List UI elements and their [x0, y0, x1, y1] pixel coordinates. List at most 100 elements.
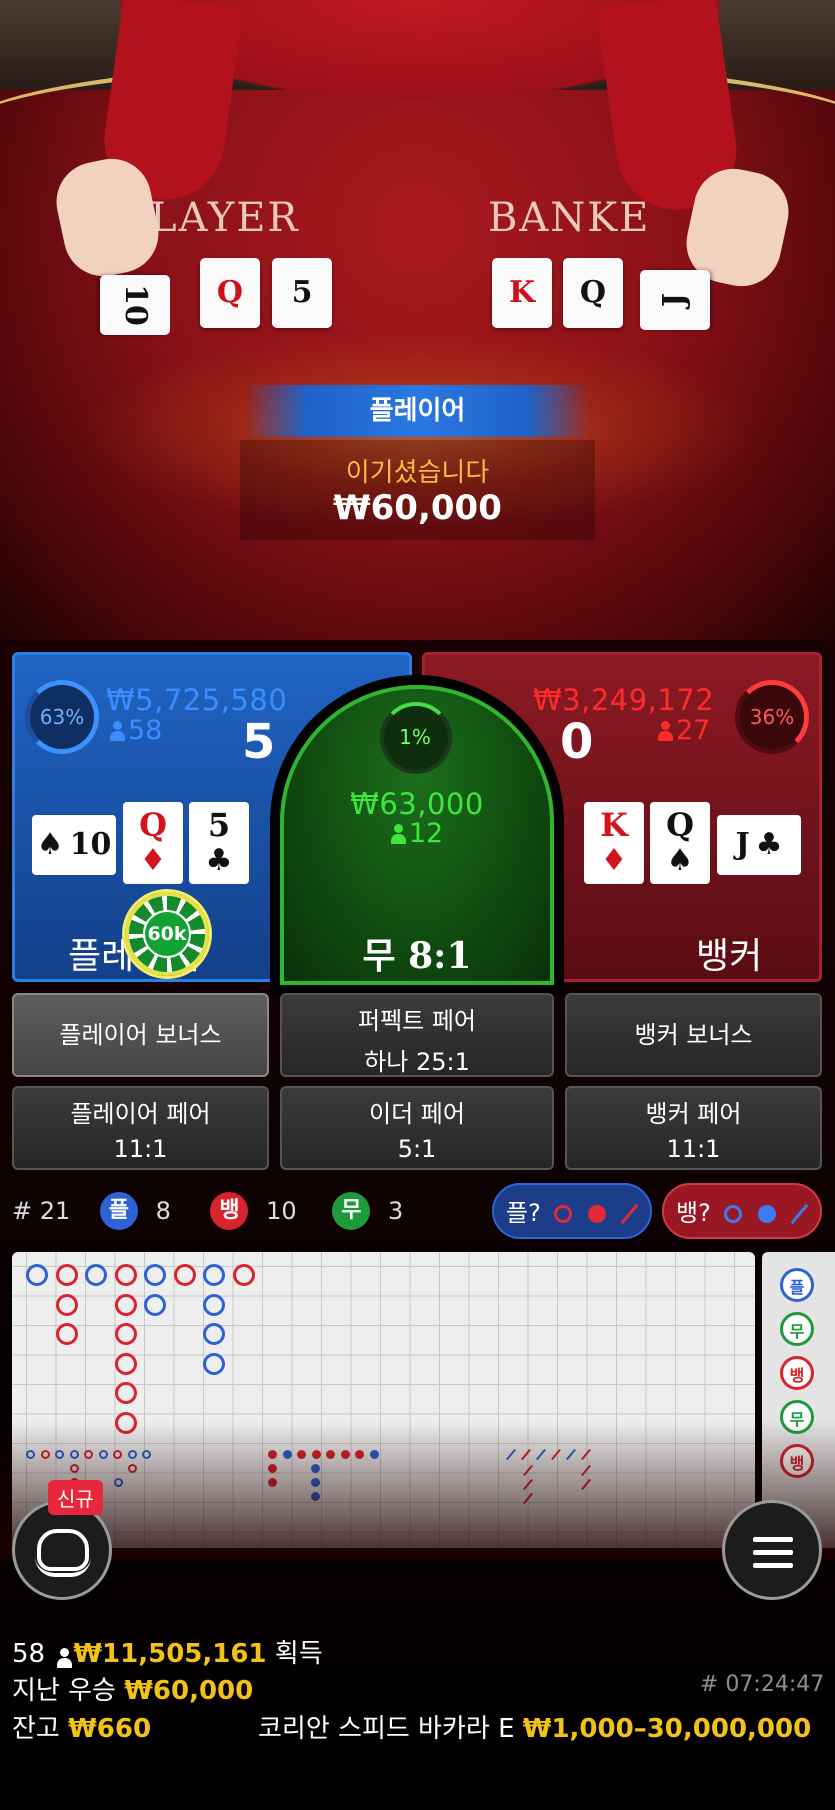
- player-pair-label: 플레이어 페어: [70, 1100, 211, 1128]
- bead-road-item: 뱅: [780, 1356, 814, 1390]
- banker-card-3: J ♣: [717, 815, 801, 875]
- menu-button[interactable]: [722, 1500, 822, 1600]
- round-number: # 21: [12, 1197, 71, 1225]
- live-video: LAYER BANKE 10 Q 5 K Q J 플레이어 이기셨습니다 ₩60…: [0, 0, 835, 650]
- total-won-amount: ₩11,505,161: [73, 1639, 267, 1669]
- card-suit: ♦: [600, 843, 628, 878]
- card-rank: K: [600, 806, 628, 844]
- person-icon: [390, 824, 406, 844]
- road-mark: [203, 1293, 225, 1316]
- tie-label: 무 8:1: [362, 935, 472, 977]
- footer-table-info: 코리안 스피드 바카라 E ₩1,000–30,000,000: [258, 1708, 811, 1745]
- either-pair-odds: 5:1: [397, 1135, 437, 1163]
- road-mark: [114, 1382, 137, 1404]
- road-mark: [55, 1323, 78, 1345]
- tie-bettors: 12: [280, 818, 554, 849]
- player-card-1: ♠ 10: [32, 815, 116, 875]
- ask-player-button[interactable]: 플?: [492, 1183, 652, 1239]
- banker-total-bet: ₩3,249,172: [533, 683, 715, 717]
- player-pair-odds: 11:1: [113, 1135, 168, 1163]
- banker-card-2: Q ♠: [650, 802, 710, 884]
- big-eye-icon: [554, 1205, 573, 1223]
- table-card-banker-1: K: [492, 258, 552, 328]
- person-icon: [57, 1648, 73, 1668]
- table-name: 코리안 스피드 바카라 E: [258, 1714, 515, 1744]
- road-mark: [144, 1264, 166, 1286]
- banker-label: 뱅커: [696, 936, 763, 977]
- table-card-player-2: Q: [200, 258, 260, 328]
- small-road-icon: [758, 1205, 777, 1223]
- lobby-icon: [35, 1529, 91, 1577]
- win-amount: ₩60,000: [333, 488, 502, 528]
- road-mark: [173, 1264, 196, 1286]
- bottom-fade: [0, 1420, 835, 1560]
- road-mark: [114, 1293, 137, 1316]
- card-rank: Q: [139, 806, 167, 844]
- tie-wins-icon: 무: [332, 1192, 371, 1230]
- player-card-2: Q ♦: [123, 802, 183, 884]
- perfect-pair-odds: 하나 25:1: [364, 1048, 470, 1076]
- banker-bonus-label: 뱅커 보너스: [634, 1021, 753, 1049]
- perfect-pair-button[interactable]: 퍼펙트 페어 하나 25:1: [280, 993, 554, 1077]
- tie-percent: 1%: [399, 725, 431, 749]
- player-total-bet: ₩5,725,580: [106, 683, 288, 717]
- card-rank: 5: [207, 806, 231, 844]
- game-time: # 07:24:47: [700, 1672, 825, 1697]
- tie-bettor-count: 12: [408, 818, 444, 849]
- player-pair-button[interactable]: 플레이어 페어 11:1: [12, 1086, 269, 1170]
- ask-player-label: 플?: [506, 1199, 541, 1227]
- last-win-amount: ₩60,000: [124, 1676, 254, 1706]
- player-bonus-label: 플레이어 보너스: [59, 1021, 222, 1049]
- tie-total-bet: ₩63,000: [350, 787, 484, 821]
- banker-score: 0: [560, 714, 594, 770]
- banker-pair-button[interactable]: 뱅커 페어 11:1: [565, 1086, 822, 1170]
- player-score: 5: [242, 714, 276, 770]
- ask-banker-label: 뱅?: [676, 1199, 711, 1227]
- road-mark: [203, 1352, 225, 1375]
- either-pair-button[interactable]: 이더 페어 5:1: [280, 1086, 554, 1170]
- card-rank: Q: [666, 806, 694, 844]
- road-mark: [85, 1264, 107, 1286]
- big-eye-icon: [724, 1205, 743, 1223]
- footer-last-win: 지난 우승 ₩60,000: [12, 1670, 253, 1707]
- tie-wins-count: 3: [387, 1197, 404, 1225]
- winner-banner: 플레이어: [245, 385, 590, 437]
- person-icon: [110, 721, 125, 741]
- player-percent-ring: 63%: [25, 680, 99, 754]
- lobby-button[interactable]: [12, 1500, 112, 1600]
- cockroach-icon: [620, 1203, 639, 1225]
- player-percent: 63%: [39, 705, 85, 729]
- road-mark: [232, 1264, 255, 1286]
- banker-wins-icon: 뱅: [210, 1192, 249, 1230]
- bead-road-item: 무: [780, 1312, 814, 1346]
- banker-percent: 36%: [749, 705, 795, 729]
- banker-bettor-count: 27: [676, 715, 711, 746]
- player-bonus-button[interactable]: 플레이어 보너스: [12, 993, 269, 1077]
- balance-label: 잔고: [12, 1714, 60, 1744]
- card-rank: 10: [69, 827, 112, 862]
- road-mark: [114, 1264, 137, 1286]
- banker-bonus-button[interactable]: 뱅커 보너스: [565, 993, 822, 1077]
- card-suit: ♣: [205, 843, 233, 878]
- chip-60k[interactable]: 60k: [125, 892, 209, 976]
- banker-wins-count: 10: [266, 1197, 297, 1225]
- balance-amount: ₩660: [68, 1714, 152, 1744]
- player-bettor-count: 58: [128, 715, 163, 746]
- player-wins-icon: 플: [99, 1192, 138, 1230]
- table-label-banker: BANKE: [488, 195, 651, 241]
- banker-pair-label: 뱅커 페어: [645, 1100, 742, 1128]
- card-suit: ♠: [666, 843, 694, 878]
- online-players: 58: [12, 1639, 46, 1669]
- new-badge: 신규: [48, 1480, 103, 1515]
- game-screen: LAYER BANKE 10 Q 5 K Q J 플레이어 이기셨습니다 ₩60…: [0, 0, 835, 1810]
- banker-pair-odds: 11:1: [666, 1135, 721, 1163]
- chip-value: 60k: [143, 910, 191, 958]
- table-card-player-3: 5: [272, 258, 332, 328]
- bet-limits: ₩1,000–30,000,000: [522, 1714, 812, 1744]
- ask-banker-button[interactable]: 뱅?: [662, 1183, 822, 1239]
- table-card-player-1: 10: [100, 275, 170, 335]
- footer-balance: 잔고 ₩660: [12, 1708, 151, 1745]
- card-suit: ♦: [139, 843, 167, 878]
- total-won-label: 획득: [274, 1639, 323, 1669]
- round-stats: # 21 플 8 뱅 10 무 3: [12, 1192, 403, 1232]
